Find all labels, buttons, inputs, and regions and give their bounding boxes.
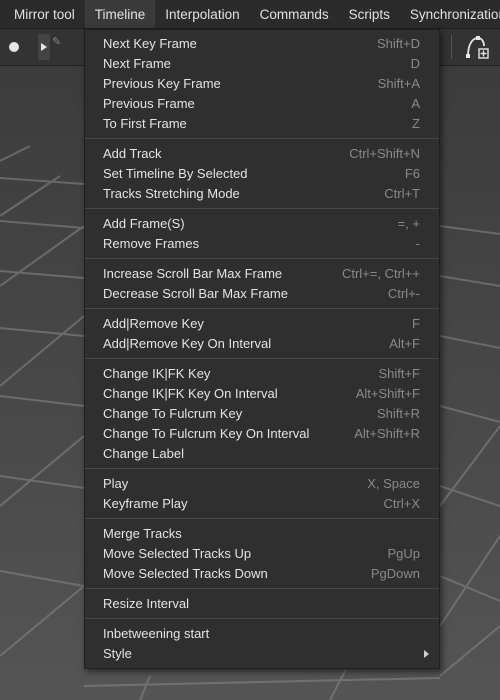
menubar-item-interpolation[interactable]: Interpolation [155, 0, 249, 28]
menu-item-label: Change IK|FK Key On Interval [103, 386, 278, 401]
menu-item-play[interactable]: Play X, Space [85, 474, 439, 494]
menu-item-shortcut: PgUp [387, 546, 420, 561]
menu-separator [85, 358, 439, 359]
menu-item-decrease-scroll-bar-max-frame[interactable]: Decrease Scroll Bar Max Frame Ctrl+- [85, 284, 439, 304]
record-dot-icon[interactable] [9, 42, 19, 52]
menu-item-set-timeline-by-selected[interactable]: Set Timeline By Selected F6 [85, 164, 439, 184]
menu-item-shortcut: Alt+Shift+F [355, 386, 420, 401]
menu-item-label: Change Label [103, 446, 184, 461]
menu-item-label: Change To Fulcrum Key On Interval [103, 426, 310, 441]
menubar-item-commands[interactable]: Commands [250, 0, 339, 28]
menu-item-change-ik-fk-key-on-interval[interactable]: Change IK|FK Key On Interval Alt+Shift+F [85, 384, 439, 404]
menu-item-label: Style [103, 646, 132, 661]
menu-item-shortcut: Shift+F [378, 366, 420, 381]
menu-item-label: Set Timeline By Selected [103, 166, 248, 181]
menu-item-label: Previous Frame [103, 96, 195, 111]
menu-item-shortcut: A [411, 96, 420, 111]
menu-item-tracks-stretching-mode[interactable]: Tracks Stretching Mode Ctrl+T [85, 184, 439, 204]
menu-item-label: Remove Frames [103, 236, 200, 251]
menu-item-add-track[interactable]: Add Track Ctrl+Shift+N [85, 144, 439, 164]
menu-item-change-to-fulcrum-key-on-interval[interactable]: Change To Fulcrum Key On Interval Alt+Shi… [85, 424, 439, 444]
menu-item-change-to-fulcrum-key[interactable]: Change To Fulcrum Key Shift+R [85, 404, 439, 424]
menu-item-label: Move Selected Tracks Down [103, 566, 268, 581]
menu-separator [85, 618, 439, 619]
menu-item-resize-interval[interactable]: Resize Interval [85, 594, 439, 614]
menu-item-label: Resize Interval [103, 596, 189, 611]
menu-item-shortcut: Ctrl+=, Ctrl++ [341, 266, 420, 281]
menu-item-next-key-frame[interactable]: Next Key Frame Shift+D [85, 34, 439, 54]
menu-item-add-frame-s[interactable]: Add Frame(S) =, + [85, 214, 439, 234]
menu-item-shortcut: Shift+R [377, 406, 420, 421]
menu-item-shortcut: Alt+Shift+R [354, 426, 420, 441]
menu-item-label: Increase Scroll Bar Max Frame [103, 266, 283, 281]
menu-item-next-frame[interactable]: Next Frame D [85, 54, 439, 74]
menu-separator [85, 588, 439, 589]
menu-item-shortcut: Shift+A [377, 76, 420, 91]
menu-item-style[interactable]: Style [85, 644, 439, 664]
menu-item-shortcut: F6 [404, 166, 420, 181]
toolbar-divider [451, 35, 452, 59]
menu-item-previous-frame[interactable]: Previous Frame A [85, 94, 439, 114]
menu-item-label: Previous Key Frame [103, 76, 221, 91]
pen-icon[interactable]: ✎ [52, 35, 61, 48]
menu-item-shortcut: Ctrl+- [387, 286, 420, 301]
menu-item-label: Merge Tracks [103, 526, 182, 541]
timeline-menu: Next Key Frame Shift+D Next Frame D Previous… [84, 29, 440, 669]
menu-item-move-selected-tracks-up[interactable]: Move Selected Tracks Up PgUp [85, 544, 439, 564]
menu-item-shortcut: Alt+F [389, 336, 420, 351]
menu-item-label: Change To Fulcrum Key [103, 406, 243, 421]
menu-item-merge-tracks[interactable]: Merge Tracks [85, 524, 439, 544]
menu-separator [85, 258, 439, 259]
menu-item-shortcut: Z [412, 116, 420, 131]
menu-item-label: Tracks Stretching Mode [103, 186, 240, 201]
menu-item-label: Add|Remove Key On Interval [103, 336, 272, 351]
menu-item-label: Play [103, 476, 129, 491]
menu-separator [85, 308, 439, 309]
menu-item-label: Add Track [103, 146, 162, 161]
menu-item-increase-scroll-bar-max-frame[interactable]: Increase Scroll Bar Max Frame Ctrl+=, Ctr… [85, 264, 439, 284]
menu-item-remove-frames[interactable]: Remove Frames - [85, 234, 439, 254]
menu-item-label: Add|Remove Key [103, 316, 204, 331]
menu-item-label: Keyframe Play [103, 496, 188, 511]
menubar-item-scripts[interactable]: Scripts [339, 0, 400, 28]
menu-item-to-first-frame[interactable]: To First Frame Z [85, 114, 439, 134]
menu-separator [85, 208, 439, 209]
menu-item-label: To First Frame [103, 116, 187, 131]
menu-item-shortcut: Shift+D [377, 36, 420, 51]
menu-item-keyframe-play[interactable]: Keyframe Play Ctrl+X [85, 494, 439, 514]
menu-item-shortcut: - [415, 236, 420, 251]
menu-bar: Mirror tool Timeline Interpolation Commands… [0, 0, 500, 29]
menu-separator [85, 138, 439, 139]
menu-item-shortcut: D [410, 56, 420, 71]
menu-item-shortcut: X, Space [367, 476, 420, 491]
menu-item-previous-key-frame[interactable]: Previous Key Frame Shift+A [85, 74, 439, 94]
menu-item-inbetweening-start[interactable]: Inbetweening start [85, 624, 439, 644]
menu-item-add-remove-key[interactable]: Add|Remove Key F [85, 314, 439, 334]
menu-item-shortcut: Ctrl+Shift+N [349, 146, 420, 161]
menu-separator [85, 518, 439, 519]
menu-item-add-remove-key-on-interval[interactable]: Add|Remove Key On Interval Alt+F [85, 334, 439, 354]
menu-item-shortcut: =, + [397, 216, 420, 231]
menu-item-shortcut: Ctrl+X [383, 496, 420, 511]
menubar-item-synchronization[interactable]: Synchronization [400, 0, 500, 28]
menubar-item-mirror-tool[interactable]: Mirror tool [0, 0, 85, 28]
menu-separator [85, 468, 439, 469]
submenu-arrow-icon [424, 650, 429, 658]
menu-item-label: Change IK|FK Key [103, 366, 211, 381]
menu-item-change-label[interactable]: Change Label [85, 444, 439, 464]
menubar-item-timeline[interactable]: Timeline [84, 0, 156, 28]
menu-item-shortcut: Ctrl+T [384, 186, 420, 201]
menu-item-shortcut: F [412, 316, 420, 331]
add-node-icon[interactable] [464, 34, 490, 60]
play-icon[interactable] [38, 34, 50, 60]
menu-item-label: Decrease Scroll Bar Max Frame [103, 286, 288, 301]
menu-item-move-selected-tracks-down[interactable]: Move Selected Tracks Down PgDown [85, 564, 439, 584]
menu-item-shortcut: PgDown [370, 566, 420, 581]
menu-item-label: Inbetweening start [103, 626, 210, 641]
menu-item-change-ik-fk-key[interactable]: Change IK|FK Key Shift+F [85, 364, 439, 384]
menu-item-label: Next Frame [103, 56, 171, 71]
menu-item-label: Add Frame(S) [103, 216, 185, 231]
menu-item-label: Next Key Frame [103, 36, 197, 51]
menu-item-label: Move Selected Tracks Up [103, 546, 252, 561]
